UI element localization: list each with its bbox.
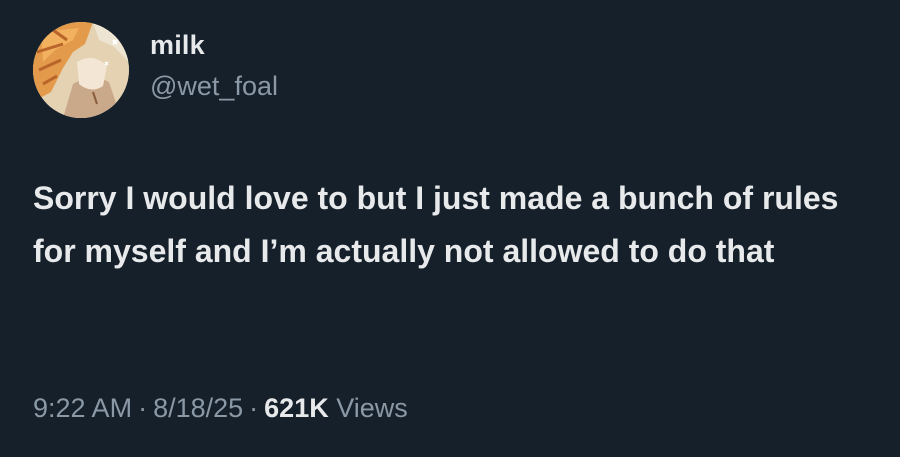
- view-count: 621K: [264, 393, 329, 423]
- separator-dot: ·: [138, 393, 148, 423]
- tweet-meta: 9:22 AM · 8/18/25 · 621K Views: [33, 390, 408, 426]
- author-block: milk @wet_foal: [150, 28, 278, 104]
- user-handle[interactable]: @wet_foal: [150, 68, 278, 104]
- tweet-time[interactable]: 9:22 AM: [33, 393, 132, 423]
- tweet-date[interactable]: 8/18/25: [153, 393, 243, 423]
- anime-character-avatar-icon: [33, 22, 129, 118]
- tweet-card: milk @wet_foal Sorry I would love to but…: [0, 0, 900, 457]
- avatar[interactable]: [33, 22, 129, 118]
- views-label: Views: [336, 393, 408, 423]
- display-name[interactable]: milk: [150, 28, 278, 62]
- separator-dot: ·: [249, 393, 259, 423]
- tweet-text: Sorry I would love to but I just made a …: [33, 180, 839, 269]
